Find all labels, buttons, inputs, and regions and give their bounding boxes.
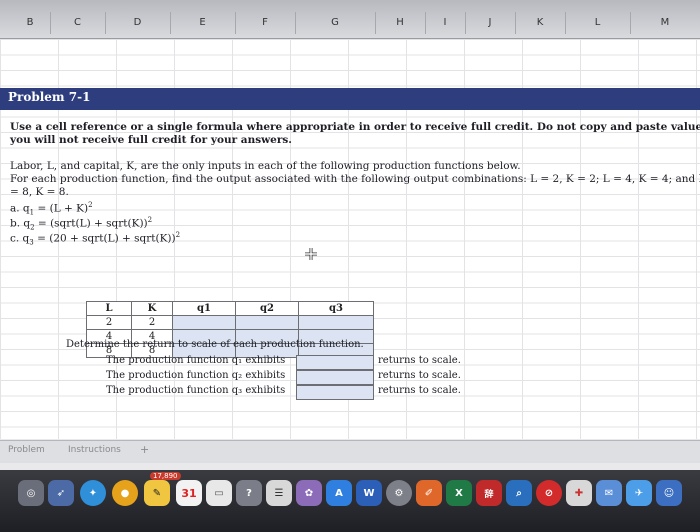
column-header-bar: B C D E F G H I J K L M (0, 0, 700, 39)
calendar-day: 31 (181, 486, 197, 500)
header-l: L (86, 301, 132, 316)
photos-icon[interactable]: ✿ (296, 480, 322, 506)
messages-icon[interactable]: ✈ (626, 480, 652, 506)
dock: ◎ ➶ ✦ ● ✎ 31 ▭ ? ☰ ✿ A W ⚙ ✐ X 辞 ⌕ ⊘ ✚ ✉… (0, 470, 700, 532)
notes-icon[interactable]: ✎ (144, 480, 170, 506)
rocket-icon[interactable]: ➶ (48, 480, 74, 506)
table-row: 2 2 (86, 315, 374, 330)
block-icon[interactable]: ⊘ (536, 480, 562, 506)
worksheet[interactable]: Problem 7-1 Use a cell reference or a si… (0, 39, 700, 439)
function-a-prefix: a. q (10, 202, 30, 215)
function-b: b. q2 = (sqrt(L) + sqrt(K))2 (10, 216, 152, 232)
rts-tail-q2: returns to scale. (378, 370, 461, 381)
rts-answer-q3[interactable] (296, 385, 374, 400)
cell-l[interactable]: 2 (86, 315, 132, 330)
column-header-m[interactable]: M (630, 12, 700, 34)
settings-icon[interactable]: ⚙ (386, 480, 412, 506)
excel-icon[interactable]: X (446, 480, 472, 506)
column-header-k[interactable]: K (515, 12, 566, 34)
cell-cursor-icon (305, 248, 317, 260)
column-header-b[interactable]: B (10, 12, 51, 34)
function-c-exponent: 2 (175, 231, 181, 239)
add-sheet-button[interactable]: + (140, 443, 149, 456)
column-header-c[interactable]: C (50, 12, 106, 34)
safari-icon[interactable]: ✦ (80, 480, 106, 506)
header-k: K (131, 301, 173, 316)
column-header-h[interactable]: H (375, 12, 426, 34)
preview-icon[interactable]: ▭ (206, 480, 232, 506)
paragraph-line-1: Labor, L, and capital, K, are the only i… (10, 160, 521, 172)
appstore-icon[interactable]: A (326, 480, 352, 506)
rts-tail-q3: returns to scale. (378, 385, 461, 396)
function-a: a. q1 = (L + K)2 (10, 201, 93, 217)
search-icon[interactable]: ⌕ (506, 480, 532, 506)
column-header-i[interactable]: I (425, 12, 466, 34)
finder-icon[interactable]: ☺ (656, 480, 682, 506)
antivirus-icon[interactable]: ✚ (566, 480, 592, 506)
sheet-tab-bar: Problem Instructions + (0, 440, 700, 463)
column-header-e[interactable]: E (170, 12, 236, 34)
answer-cell-q2[interactable] (235, 315, 299, 330)
table-header-row: L K q1 q2 q3 (86, 301, 374, 316)
function-b-exponent: 2 (147, 216, 153, 224)
instruction-line-1: Use a cell reference or a single formula… (10, 121, 700, 133)
rts-label-q3: The production function q₃ exhibits (106, 385, 286, 396)
function-b-prefix: b. q (10, 217, 31, 230)
reminders-icon[interactable]: ☰ (266, 480, 292, 506)
instruction-line-2: you will not receive full credit for you… (10, 134, 292, 146)
column-header-j[interactable]: J (465, 12, 516, 34)
title-row[interactable]: Problem 7-1 (0, 88, 700, 110)
page-title: Problem 7-1 (8, 90, 91, 104)
column-header-l[interactable]: L (565, 12, 631, 34)
rts-label-q1: The production function q₁ exhibits (106, 355, 286, 366)
launchpad-icon[interactable]: ◎ (18, 480, 44, 506)
function-b-body: = (sqrt(L) + sqrt(K)) (34, 217, 148, 230)
function-c: c. q3 = (20 + sqrt(L) + sqrt(K))2 (10, 231, 180, 247)
column-header-g[interactable]: G (295, 12, 376, 34)
column-header-f[interactable]: F (235, 12, 296, 34)
word-icon[interactable]: W (356, 480, 382, 506)
tab-problem[interactable]: Problem (8, 445, 45, 455)
mail-icon[interactable]: ✉ (596, 480, 622, 506)
rts-heading: Determine the return to scale of each pr… (66, 339, 364, 350)
header-q3: q3 (298, 301, 374, 316)
notification-badge: 17,890 (150, 472, 181, 480)
answer-cell-q1[interactable] (172, 315, 236, 330)
paragraph-line-2: For each production function, find the o… (10, 173, 700, 185)
rts-answer-q1[interactable] (296, 355, 374, 370)
function-c-prefix: c. q (10, 232, 30, 245)
paragraph-line-3: = 8, K = 8. (10, 186, 69, 198)
help-icon[interactable]: ? (236, 480, 262, 506)
answer-cell-q3[interactable] (298, 315, 374, 330)
pages-icon[interactable]: ✐ (416, 480, 442, 506)
calendar-icon[interactable]: 31 (176, 480, 202, 506)
function-a-body: = (L + K) (34, 202, 89, 215)
cell-k[interactable]: 2 (131, 315, 173, 330)
tab-instructions[interactable]: Instructions (68, 445, 121, 455)
chrome-icon[interactable]: ● (112, 480, 138, 506)
function-c-body: = (20 + sqrt(L) + sqrt(K)) (33, 232, 176, 245)
dictionary-icon[interactable]: 辞 (476, 480, 502, 506)
header-q1: q1 (172, 301, 236, 316)
rts-answer-q2[interactable] (296, 370, 374, 385)
function-a-exponent: 2 (88, 201, 93, 209)
rts-tail-q1: returns to scale. (378, 355, 461, 366)
rts-label-q2: The production function q₂ exhibits (106, 370, 286, 381)
header-q2: q2 (235, 301, 299, 316)
column-header-d[interactable]: D (105, 12, 171, 34)
